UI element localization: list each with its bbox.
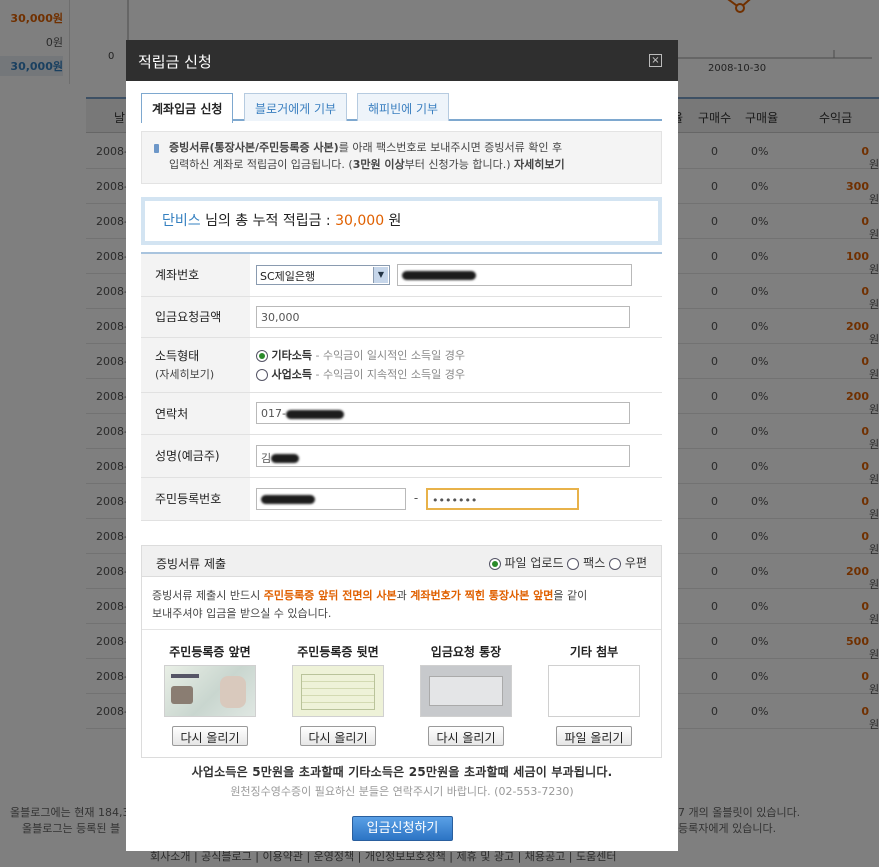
phone-input[interactable]: 017- — [256, 402, 630, 424]
deposit-request-modal: 적립금 신청 × 계좌입금 신청 블로거에게 기부 해피빈에 기부 증빙서류(통… — [126, 40, 678, 851]
bankbook-thumbnail — [420, 665, 512, 717]
radio-file-upload[interactable] — [488, 557, 501, 570]
submit-request-button[interactable]: 입금신청하기 — [352, 816, 453, 841]
bullet-icon — [154, 144, 159, 153]
tax-contact: 원천징수영수증이 필요하신 분들은 연락주시기 바랍니다. (02-553-72… — [230, 785, 574, 798]
reupload-id-back-button[interactable]: 다시 올리기 — [300, 726, 376, 746]
document-cards: 주민등록증 앞면 다시 올리기 주민등록증 뒷면 다시 올리기 입금요청 통장 — [142, 630, 661, 755]
radio-mail[interactable] — [609, 557, 622, 570]
rrn-label: 주민등록번호 — [141, 477, 250, 521]
phone-label: 연락처 — [141, 392, 250, 435]
card-id-back: 주민등록증 뒷면 다시 올리기 — [278, 630, 398, 746]
upload-other-button[interactable]: 파일 올리기 — [556, 726, 632, 746]
total-amount: 30,000 — [335, 213, 385, 229]
card-id-front: 주민등록증 앞면 다시 올리기 — [150, 630, 270, 746]
income-label: 소득형태 (자세히보기) — [141, 337, 250, 393]
submit-method-options: 파일 업로드 팩스 우편 — [488, 554, 647, 571]
deposit-form: 계좌번호 SC제일은행 ▼ 입금요청금액 30,000 소득형태 (자세히보기) 기… — [141, 252, 662, 521]
radio-business-income[interactable] — [256, 368, 268, 381]
documents-section: 증빙서류 제출 파일 업로드 팩스 우편 증빙서류 제출시 반드시 주민등록증 … — [141, 545, 662, 758]
row-name: 성명(예금주) 김 — [141, 434, 662, 478]
modal-title: 적립금 신청 — [138, 53, 212, 71]
name-label: 성명(예금주) — [141, 434, 250, 478]
row-amount: 입금요청금액 30,000 — [141, 296, 662, 338]
row-rrn: 주민등록번호 - ••••••• — [141, 477, 662, 521]
card-other: 기타 첨부 파일 올리기 — [534, 630, 654, 746]
tax-notice: 사업소득은 5만원을 초과할때 기타소득은 25만원을 초과할때 세금이 부과됩… — [191, 765, 613, 779]
documents-header: 증빙서류 제출 파일 업로드 팩스 우편 — [142, 546, 661, 577]
documents-title: 증빙서류 제출 — [156, 557, 227, 571]
rrn-separator: - — [413, 491, 419, 505]
redacted-account — [401, 271, 476, 281]
name-input[interactable]: 김 — [256, 444, 630, 467]
total-points-box: 단비스 님의 총 누적 적립금 : 30,000 원 — [141, 197, 662, 245]
amount-input[interactable]: 30,000 — [256, 305, 630, 328]
row-phone: 연락처 017- — [141, 392, 662, 435]
modal-title-bar: 적립금 신청 × — [126, 40, 678, 81]
reupload-id-front-button[interactable]: 다시 올리기 — [172, 726, 248, 746]
amount-label: 입금요청금액 — [141, 296, 250, 338]
notice-box: 증빙서류(통장사본/주민등록증 사본)를 아래 팩스번호로 보내주시면 증빙서류… — [141, 131, 662, 184]
radio-other-income[interactable] — [256, 349, 268, 362]
reupload-bankbook-button[interactable]: 다시 올리기 — [428, 726, 504, 746]
account-number-input[interactable] — [396, 263, 632, 286]
income-option-other[interactable]: 기타소득 - 수익금이 일시적인 소득일 경우 — [256, 346, 662, 365]
bank-select[interactable]: SC제일은행 ▼ — [256, 264, 390, 285]
tab-donate-blogger[interactable]: 블로거에게 기부 — [244, 93, 348, 121]
income-details-link[interactable]: (자세히보기) — [155, 366, 250, 382]
details-link[interactable]: 자세히보기 — [514, 158, 565, 171]
other-thumbnail-empty — [548, 665, 640, 717]
row-account: 계좌번호 SC제일은행 ▼ — [141, 253, 662, 297]
id-front-thumbnail — [164, 665, 256, 717]
chevron-down-icon: ▼ — [373, 266, 388, 283]
rrn-first-input[interactable] — [256, 487, 406, 510]
tab-bank-deposit[interactable]: 계좌입금 신청 — [141, 93, 234, 123]
rrn-second-input[interactable]: ••••••• — [426, 487, 579, 510]
close-icon[interactable]: × — [649, 54, 662, 67]
modal-tabs: 계좌입금 신청 블로거에게 기부 해피빈에 기부 — [141, 93, 662, 123]
radio-fax[interactable] — [567, 557, 580, 570]
redacted-phone — [285, 409, 344, 419]
user-name: 단비스 — [162, 213, 201, 229]
id-back-thumbnail — [292, 665, 384, 717]
redacted-name — [271, 454, 300, 463]
tab-donate-happybean[interactable]: 해피빈에 기부 — [357, 93, 450, 121]
redacted-rrn — [261, 495, 315, 504]
documents-description: 증빙서류 제출시 반드시 주민등록증 앞뒤 전면의 사본과 계좌번호가 찍힌 통… — [142, 577, 661, 630]
account-label: 계좌번호 — [141, 253, 250, 297]
income-option-business[interactable]: 사업소득 - 수익금이 지속적인 소득일 경우 — [256, 365, 662, 384]
card-bankbook: 입금요청 통장 다시 올리기 — [406, 630, 526, 746]
row-income-type: 소득형태 (자세히보기) 기타소득 - 수익금이 일시적인 소득일 경우 사업소득… — [141, 337, 662, 393]
